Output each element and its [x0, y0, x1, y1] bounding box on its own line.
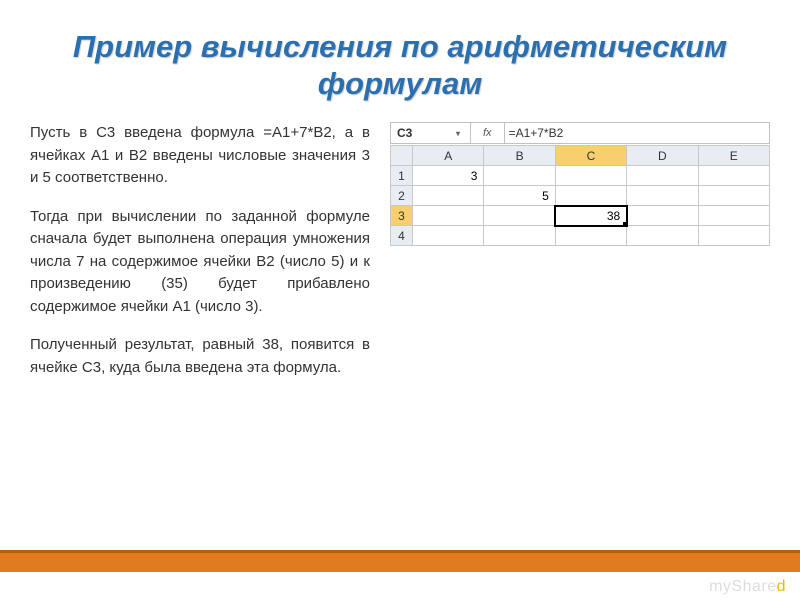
corner-cell[interactable] — [391, 146, 413, 166]
spreadsheet-column: C3 ▾ fx =A1+7*B2 A B C D E — [390, 122, 770, 395]
row-header-3[interactable]: 3 — [391, 206, 413, 226]
text-column: Пусть в C3 введена формула =A1+7*B2, а в… — [30, 122, 370, 395]
col-header-A[interactable]: A — [413, 146, 484, 166]
cell-B2[interactable]: 5 — [484, 186, 555, 206]
cell-E1[interactable] — [698, 166, 769, 186]
col-header-D[interactable]: D — [627, 146, 698, 166]
cell-A4[interactable] — [413, 226, 484, 246]
col-header-C[interactable]: C — [555, 146, 626, 166]
cell-E4[interactable] — [698, 226, 769, 246]
cell-C4[interactable] — [555, 226, 626, 246]
formula-bar: C3 ▾ fx =A1+7*B2 — [390, 122, 770, 144]
cell-C3[interactable]: 38 — [555, 206, 626, 226]
watermark-accent: d — [777, 578, 786, 595]
cell-D3[interactable] — [627, 206, 698, 226]
name-box[interactable]: C3 ▾ — [391, 123, 471, 143]
cell-B4[interactable] — [484, 226, 555, 246]
cell-C1[interactable] — [555, 166, 626, 186]
fx-icon[interactable]: fx — [477, 127, 498, 139]
cell-D1[interactable] — [627, 166, 698, 186]
cell-A1[interactable]: 3 — [413, 166, 484, 186]
cell-C2[interactable] — [555, 186, 626, 206]
formula-bar-buttons: fx — [471, 123, 505, 143]
cell-A2[interactable] — [413, 186, 484, 206]
cell-B1[interactable] — [484, 166, 555, 186]
cell-B3[interactable] — [484, 206, 555, 226]
row-header-2[interactable]: 2 — [391, 186, 413, 206]
paragraph-3: Полученный результат, равный 38, появитс… — [30, 334, 370, 379]
cell-D2[interactable] — [627, 186, 698, 206]
cell-A3[interactable] — [413, 206, 484, 226]
name-box-value: C3 — [397, 126, 412, 140]
row-header-1[interactable]: 1 — [391, 166, 413, 186]
content-area: Пусть в C3 введена формула =A1+7*B2, а в… — [0, 112, 800, 395]
cell-D4[interactable] — [627, 226, 698, 246]
name-box-dropdown-icon[interactable]: ▾ — [456, 129, 464, 138]
col-header-E[interactable]: E — [698, 146, 769, 166]
formula-bar-input[interactable]: =A1+7*B2 — [505, 126, 568, 140]
cell-E2[interactable] — [698, 186, 769, 206]
paragraph-1: Пусть в C3 введена формула =A1+7*B2, а в… — [30, 122, 370, 190]
row-header-4[interactable]: 4 — [391, 226, 413, 246]
slide-title: Пример вычисления по арифметическим форм… — [0, 0, 800, 112]
watermark-text: myShare — [709, 578, 777, 595]
col-header-B[interactable]: B — [484, 146, 555, 166]
spreadsheet-grid: A B C D E 1 3 2 — [390, 145, 770, 246]
watermark: myShared — [709, 578, 786, 596]
footer-bar — [0, 550, 800, 572]
paragraph-2: Тогда при вычислении по заданной формуле… — [30, 206, 370, 319]
cell-E3[interactable] — [698, 206, 769, 226]
